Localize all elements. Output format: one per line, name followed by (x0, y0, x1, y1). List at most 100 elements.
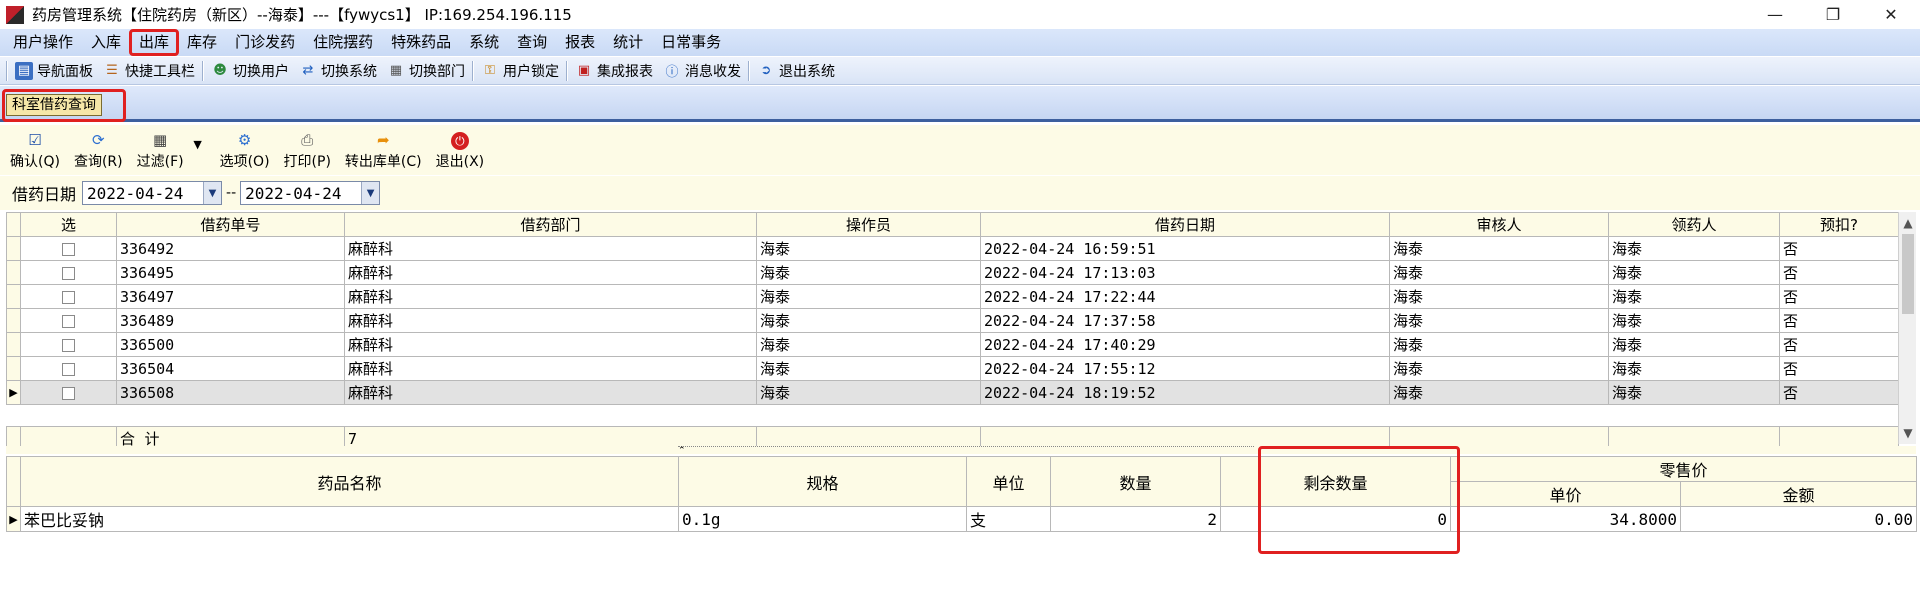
column-header-spec[interactable]: 规格 (678, 456, 967, 507)
app-logo-icon (6, 5, 24, 24)
menu-daily-affairs[interactable]: 日常事务 (652, 30, 730, 55)
select-cell[interactable] (20, 380, 117, 405)
table-row[interactable]: 336489 麻醉科 海泰 2022-04-24 17:37:58 海泰 海泰 … (6, 308, 1899, 333)
detail-row[interactable]: ▶ 苯巴比妥钠 0.1g 支 2 0 34.8000 0.00 (6, 506, 1918, 532)
filter-dropdown-button[interactable]: ▼ (188, 134, 208, 171)
splitter-grip[interactable]: ⌃ (678, 446, 1254, 456)
dept-cell: 麻醉科 (344, 236, 757, 261)
user-lock-button[interactable]: ⚿ 用户锁定 (476, 58, 564, 84)
reviewer-cell: 海泰 (1389, 380, 1609, 405)
row-checkbox[interactable] (62, 314, 75, 328)
switch-system-icon: ⇄ (302, 63, 314, 78)
date-to-picker[interactable]: 2022-04-24 ▼ (240, 181, 381, 205)
vertical-scrollbar[interactable]: ▲ ▼ (1898, 212, 1916, 444)
scroll-thumb[interactable] (1902, 234, 1914, 314)
minimize-button[interactable]: — (1746, 0, 1804, 29)
menu-outpatient-dispensing[interactable]: 门诊发药 (226, 30, 304, 55)
exit-button[interactable]: ⏻ 退出(X) (436, 132, 484, 171)
dropdown-arrow-icon[interactable]: ▼ (361, 182, 380, 204)
menu-inbound[interactable]: 入库 (82, 30, 130, 55)
date-from-picker[interactable]: 2022-04-24 ▼ (82, 181, 223, 205)
options-icon: ⚙ (237, 131, 252, 149)
column-header-borrow-date[interactable]: 借药日期 (980, 212, 1390, 237)
confirm-button[interactable]: ☑ 确认(Q) (10, 130, 60, 171)
menu-statistics[interactable]: 统计 (604, 30, 652, 55)
exit-system-button[interactable]: ➲ 退出系统 (752, 58, 840, 84)
print-icon: ⎙ (301, 131, 314, 149)
table-row[interactable]: 336495 麻醉科 海泰 2022-04-24 17:13:03 海泰 海泰 … (6, 260, 1899, 285)
row-checkbox[interactable] (62, 290, 75, 304)
scroll-down-icon[interactable]: ▼ (1899, 424, 1917, 442)
borrow-number-cell: 336489 (116, 308, 345, 333)
select-cell[interactable] (20, 236, 117, 261)
column-header-operator[interactable]: 操作员 (756, 212, 981, 237)
switch-department-button[interactable]: ▦ 切换部门 (382, 58, 470, 84)
menu-special-drugs[interactable]: 特殊药品 (382, 30, 460, 55)
collapse-up-icon[interactable]: ⌃ (678, 446, 686, 456)
switch-system-button[interactable]: ⇄ 切换系统 (294, 58, 382, 84)
select-cell[interactable] (20, 332, 117, 357)
row-indicator (6, 284, 21, 309)
dept-cell: 麻醉科 (344, 284, 757, 309)
row-checkbox[interactable] (62, 338, 75, 352)
column-header-unit-price[interactable]: 单价 (1450, 481, 1681, 507)
options-button[interactable]: ⚙ 选项(O) (220, 130, 270, 171)
date-range-separator: -- (226, 185, 237, 201)
menu-bar: 用户操作 入库 出库 库存 门诊发药 住院摆药 特殊药品 系统 查询 报表 统计… (0, 29, 1920, 56)
window-controls: — ❐ ✕ (1746, 0, 1920, 29)
select-cell[interactable] (20, 260, 117, 285)
table-row-selected[interactable]: ▶ 336508 麻醉科 海泰 2022-04-24 18:19:52 海泰 海… (6, 380, 1899, 405)
menu-system[interactable]: 系统 (460, 30, 508, 55)
withheld-cell: 否 (1779, 380, 1899, 405)
query-button[interactable]: ⟳ 查询(R) (74, 130, 123, 171)
column-header-borrow-dept[interactable]: 借药部门 (344, 212, 757, 237)
column-header-unit[interactable]: 单位 (966, 456, 1051, 507)
menu-reports[interactable]: 报表 (556, 30, 604, 55)
print-button[interactable]: ⎙ 打印(P) (284, 130, 331, 171)
toolbar-separator (472, 60, 474, 81)
row-checkbox[interactable] (62, 362, 75, 376)
menu-user-operations[interactable]: 用户操作 (4, 30, 82, 55)
table-row[interactable]: 336492 麻醉科 海泰 2022-04-24 16:59:51 海泰 海泰 … (6, 236, 1899, 261)
restore-button[interactable]: ❐ (1804, 0, 1862, 29)
navigation-panel-icon: ▤ (15, 61, 33, 80)
column-header-reviewer[interactable]: 审核人 (1389, 212, 1609, 237)
table-row[interactable]: 336497 麻醉科 海泰 2022-04-24 17:22:44 海泰 海泰 … (6, 284, 1899, 309)
menu-query[interactable]: 查询 (508, 30, 556, 55)
table-row[interactable]: 336500 麻醉科 海泰 2022-04-24 17:40:29 海泰 海泰 … (6, 332, 1899, 357)
row-checkbox[interactable] (62, 266, 75, 280)
switch-user-button[interactable]: ☻ 切换用户 (206, 58, 294, 84)
message-button[interactable]: ⓘ 消息收发 (658, 58, 746, 84)
column-header-receiver[interactable]: 领药人 (1608, 212, 1780, 237)
transfer-outbound-button[interactable]: ➦ 转出库单(C) (345, 130, 422, 171)
table-row[interactable]: 336504 麻醉科 海泰 2022-04-24 17:55:12 海泰 海泰 … (6, 356, 1899, 381)
dropdown-arrow-icon[interactable]: ▼ (203, 182, 222, 204)
menu-outbound[interactable]: 出库 (129, 29, 180, 56)
integrated-report-button[interactable]: ▣ 集成报表 (570, 58, 658, 84)
select-cell[interactable] (20, 308, 117, 333)
borrow-records-table: 选 借药单号 借药部门 操作员 借药日期 审核人 领药人 预扣? 336492 … (6, 212, 1899, 451)
row-indicator-header (6, 456, 21, 507)
quick-toolbar-button[interactable]: ☰ 快捷工具栏 (98, 58, 200, 84)
select-cell[interactable] (20, 284, 117, 309)
close-button[interactable]: ✕ (1862, 0, 1920, 29)
date-cell: 2022-04-24 17:55:12 (980, 356, 1390, 381)
menu-inventory[interactable]: 库存 (178, 30, 226, 55)
row-indicator (6, 308, 21, 333)
select-cell[interactable] (20, 356, 117, 381)
column-header-borrow-number[interactable]: 借药单号 (116, 212, 345, 237)
toolbar-grip (6, 60, 8, 81)
message-icon: ⓘ (665, 65, 679, 80)
scroll-up-icon[interactable]: ▲ (1899, 214, 1917, 232)
row-checkbox[interactable] (62, 386, 75, 400)
column-header-withheld[interactable]: 预扣? (1779, 212, 1899, 237)
navigation-panel-button[interactable]: ▤ 导航面板 (10, 58, 98, 84)
column-header-select[interactable]: 选 (20, 212, 117, 237)
column-header-quantity[interactable]: 数量 (1050, 456, 1221, 507)
filter-button[interactable]: ▦ 过滤(F) (137, 130, 184, 171)
column-header-drug-name[interactable]: 药品名称 (20, 456, 679, 507)
panel-splitter[interactable]: ⌃ (6, 446, 1916, 456)
menu-inpatient-dispensing[interactable]: 住院摆药 (304, 30, 382, 55)
column-header-amount[interactable]: 金额 (1679, 481, 1918, 507)
row-checkbox[interactable] (62, 242, 75, 256)
